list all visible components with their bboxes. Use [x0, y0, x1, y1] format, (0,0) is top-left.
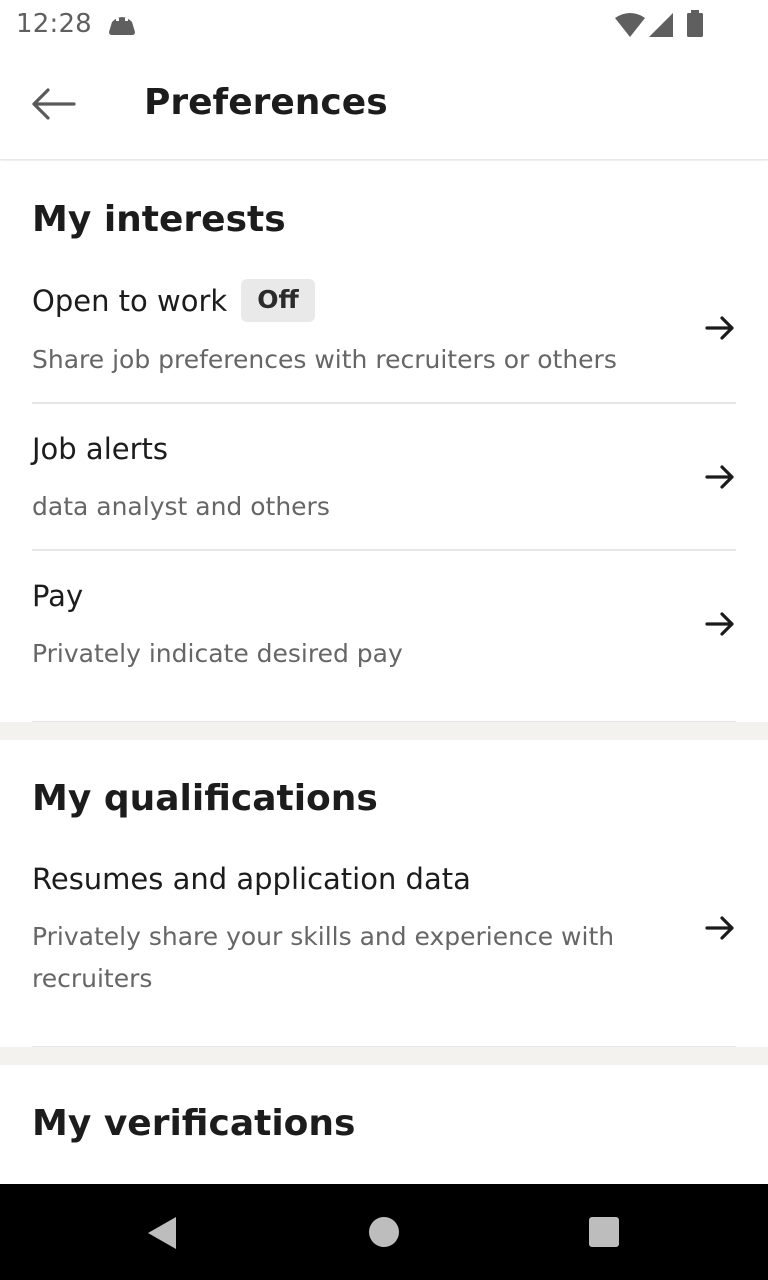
- section-separator: [0, 722, 768, 740]
- section-title-verifications: My verifications: [32, 1103, 356, 1144]
- open-to-work-status-badge: Off: [241, 279, 315, 322]
- section-title-interests: My interests: [32, 199, 286, 240]
- nav-home-icon[interactable]: [368, 1216, 400, 1248]
- job-alerts-subtitle: data analyst and others: [32, 492, 330, 521]
- wifi-icon: [615, 13, 645, 37]
- nav-back-icon[interactable]: [146, 1216, 178, 1250]
- status-time: 12:28: [16, 9, 92, 39]
- arrow-left-icon: [32, 88, 76, 120]
- qualifications-section: My qualifications Resumes and applicatio…: [0, 740, 768, 1047]
- open-to-work-subtitle: Share job preferences with recruiters or…: [32, 345, 617, 374]
- open-to-work-title: Open to work: [32, 283, 228, 318]
- arrow-right-icon: [705, 316, 734, 340]
- battery-icon: [687, 10, 703, 37]
- screen: 12:28 Preferences My interests Open to w…: [0, 0, 768, 1280]
- arrow-right-icon: [705, 465, 734, 489]
- signal-icon: [649, 13, 673, 37]
- nav-recents-icon[interactable]: [588, 1216, 620, 1248]
- job-alerts-item[interactable]: Job alerts data analyst and others: [0, 404, 768, 549]
- resumes-subtitle: Privately share your skills and experien…: [32, 922, 615, 993]
- back-button[interactable]: [26, 80, 82, 128]
- section-separator: [0, 1047, 768, 1065]
- page-title: Preferences: [144, 82, 388, 123]
- job-alerts-title: Job alerts: [32, 432, 168, 466]
- open-to-work-item[interactable]: Open to work Off Share job preferences w…: [0, 269, 768, 403]
- verifications-section: My verifications: [0, 1065, 768, 1184]
- pay-item[interactable]: Pay Privately indicate desired pay: [0, 551, 768, 721]
- arrow-right-icon: [705, 612, 734, 636]
- interests-section: My interests Open to work Off Share job …: [0, 161, 768, 722]
- resumes-title: Resumes and application data: [32, 862, 471, 896]
- status-bar: 12:28: [0, 0, 768, 48]
- pay-subtitle: Privately indicate desired pay: [32, 639, 403, 668]
- pay-title: Pay: [32, 579, 84, 613]
- system-nav-bar: [0, 1184, 768, 1280]
- resumes-item[interactable]: Resumes and application data Privately s…: [0, 848, 768, 1046]
- debug-icon: [109, 17, 135, 35]
- arrow-right-icon: [705, 916, 734, 940]
- app-bar: Preferences: [0, 48, 768, 160]
- section-title-qualifications: My qualifications: [32, 778, 378, 819]
